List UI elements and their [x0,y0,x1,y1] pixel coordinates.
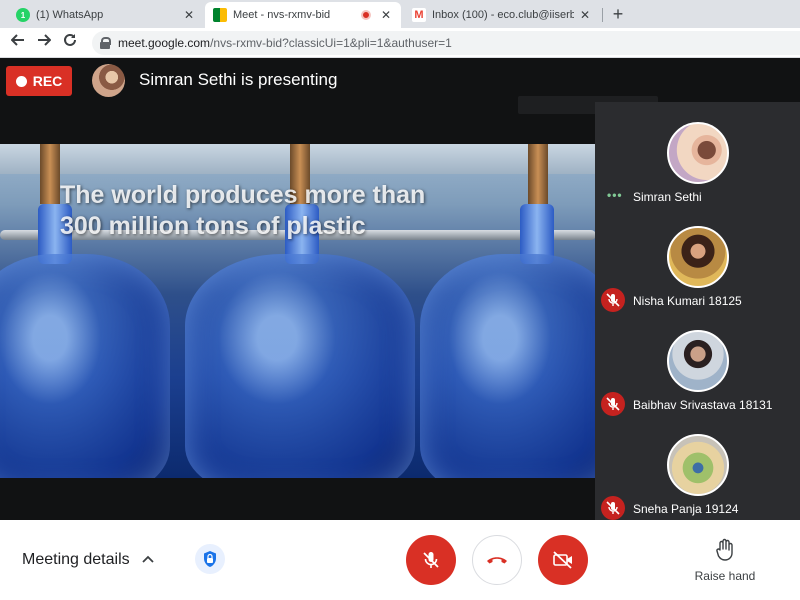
slide-text-line: The world produces more than [60,181,426,209]
browser-tab-strip: 1 (1) WhatsApp ✕ Meet - nvs-rxmv-bid ✕ M… [0,0,800,28]
url-host: meet.google.com [118,36,211,50]
slide-decoration [420,254,596,478]
participant-name: Sneha Panja 19124 [633,502,739,516]
forward-arrow-icon[interactable] [34,33,54,53]
back-arrow-icon[interactable] [8,33,28,53]
tab-gmail[interactable]: M Inbox (100) - eco.club@iiserbpr.a ✕ [404,2,600,28]
rec-label: REC [32,73,63,89]
url-text: meet.google.com/nvs-rxmv-bid?classicUi=1… [118,36,452,50]
slide-text: The world produces more than 300 million… [60,180,580,242]
shield-lock-icon [204,551,216,567]
recording-indicator-icon [361,10,371,20]
camera-toggle-button[interactable] [538,535,588,585]
presenter-avatar [92,64,125,97]
meet-control-bar: Meeting details Raise hand [0,520,800,600]
meet-stage: REC Simran Sethi is presenting The world… [0,58,800,520]
new-tab-button[interactable]: + [608,4,628,24]
record-dot-icon [15,75,27,87]
participant-avatar [667,226,729,288]
hand-icon [716,538,733,561]
meeting-details-label: Meeting details [22,551,130,568]
participant-tile[interactable]: Sneha Panja 19124 [595,430,800,534]
participant-tile[interactable]: ••• Simran Sethi [595,118,800,222]
tab-title: Inbox (100) - eco.club@iiserbpr.a [432,9,574,21]
participants-panel: ••• Simran Sethi Nisha Kumari 18125 Baib… [595,102,800,520]
mic-off-icon [601,496,625,520]
camera-off-icon [553,551,572,569]
leave-call-button[interactable] [472,535,522,585]
participant-avatar [667,122,729,184]
slide-decoration [185,254,415,478]
tab-separator [602,8,603,22]
slide-decoration [0,254,170,478]
browser-toolbar: meet.google.com/nvs-rxmv-bid?classicUi=1… [0,28,800,58]
participant-avatar [667,330,729,392]
mic-off-icon [423,552,439,568]
participant-name: Nisha Kumari 18125 [633,294,742,308]
gmail-icon: M [412,8,426,22]
participant-name: Baibhav Srivastava 18131 [633,398,773,412]
raise-hand-label: Raise hand [694,569,756,583]
meet-icon [213,8,227,22]
hang-up-icon [487,557,507,564]
chevron-up-icon [141,555,154,563]
tab-meet[interactable]: Meet - nvs-rxmv-bid ✕ [205,2,401,28]
raise-hand-button[interactable]: Raise hand [690,538,760,583]
microphone-toggle-button[interactable] [406,535,456,585]
lock-icon [100,37,111,49]
slide-decoration [40,144,60,204]
participant-tile[interactable]: Baibhav Srivastava 18131 [595,326,800,430]
meeting-details-button[interactable]: Meeting details [22,551,154,569]
participant-avatar [667,434,729,496]
tab-title: (1) WhatsApp [36,9,104,21]
speaking-indicator-icon: ••• [607,188,623,202]
tab-whatsapp[interactable]: 1 (1) WhatsApp ✕ [8,2,204,28]
whatsapp-icon: 1 [16,8,30,22]
host-controls-button[interactable] [195,544,225,574]
slide-text-line: 300 million tons of plastic [60,212,366,240]
tab-title: Meet - nvs-rxmv-bid [233,9,331,21]
presentation-slide: The world produces more than 300 million… [0,144,596,478]
close-tab-icon[interactable]: ✕ [379,8,393,22]
participant-name: Simran Sethi [633,190,702,204]
reload-icon[interactable] [60,33,80,53]
participant-tile[interactable]: Nisha Kumari 18125 [595,222,800,326]
close-tab-icon[interactable]: ✕ [182,8,196,22]
close-tab-icon[interactable]: ✕ [578,8,592,22]
address-bar[interactable]: meet.google.com/nvs-rxmv-bid?classicUi=1… [92,31,800,55]
url-path: /nvs-rxmv-bid?classicUi=1&pli=1&authuser… [210,36,452,50]
mic-off-icon [601,288,625,312]
presenting-banner: Simran Sethi is presenting [139,70,338,89]
recording-badge[interactable]: REC [6,66,72,96]
mic-off-icon [601,392,625,416]
